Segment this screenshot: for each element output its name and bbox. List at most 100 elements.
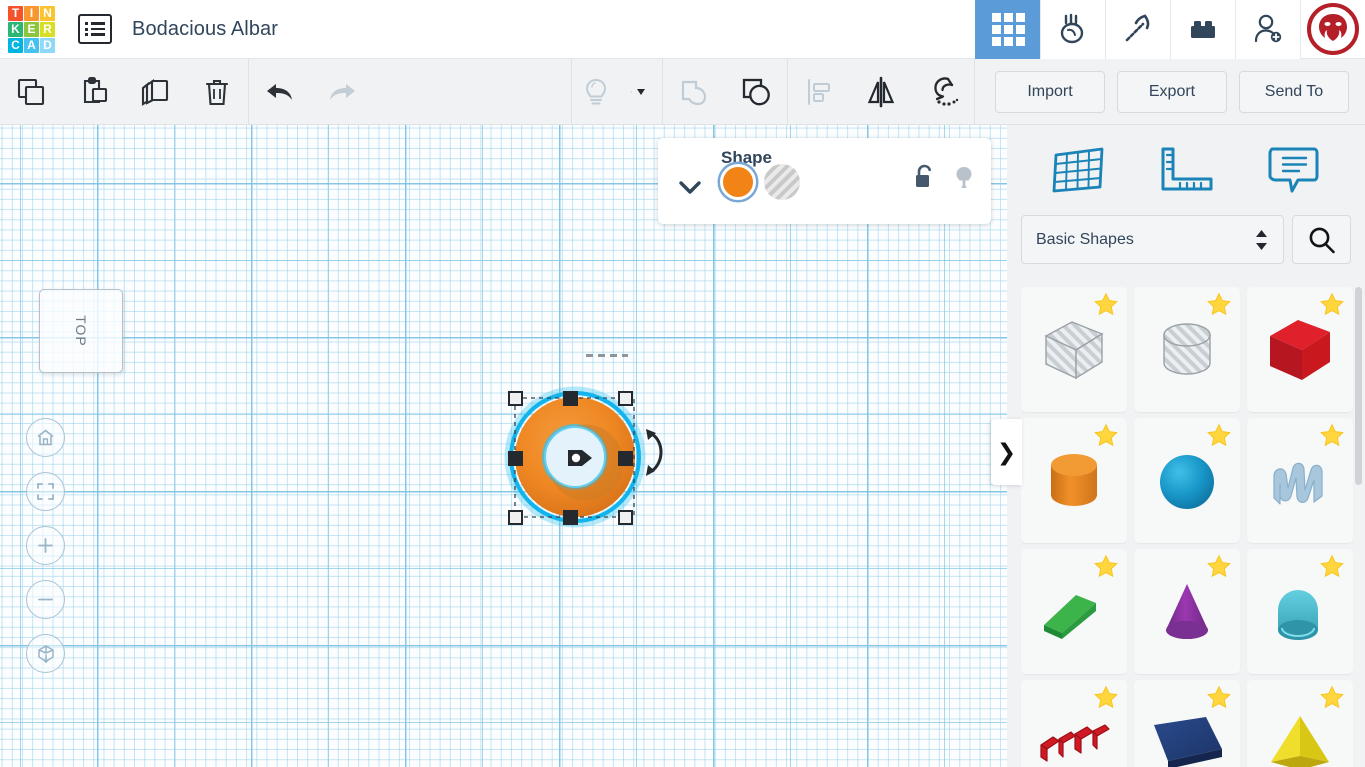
logo-tile-n: N <box>40 5 55 21</box>
resize-handle-n[interactable] <box>563 391 578 406</box>
light-tool-group <box>572 59 662 125</box>
send-to-button[interactable]: Send To <box>1239 70 1349 113</box>
arrange-tool-group <box>788 59 974 125</box>
note-icon[interactable] <box>1257 139 1329 201</box>
ruler-icon[interactable] <box>1150 139 1222 201</box>
shape-library-grid[interactable] <box>1021 287 1353 767</box>
selected-shape-torus[interactable] <box>500 380 680 528</box>
pickaxe-icon[interactable] <box>1105 0 1170 59</box>
shape-cell-cylinder-hole[interactable] <box>1134 287 1240 412</box>
workplane-icon[interactable] <box>1043 139 1115 201</box>
shape-cell-cone[interactable] <box>1134 549 1240 674</box>
shape-cell-wedge[interactable] <box>1021 549 1127 674</box>
shape-cell-box[interactable] <box>1247 287 1353 412</box>
hole-swatch[interactable] <box>764 164 800 200</box>
logo-tile-c: C <box>8 37 23 53</box>
favorite-star-icon[interactable] <box>1206 292 1232 318</box>
mirror-icon[interactable] <box>850 59 912 125</box>
duplicate-icon[interactable] <box>124 59 186 125</box>
light-bulb-icon[interactable] <box>953 164 975 192</box>
ungroup-icon[interactable] <box>725 59 787 125</box>
delete-icon[interactable] <box>186 59 248 125</box>
redo-icon[interactable] <box>311 59 373 125</box>
shape-cell-scribble[interactable] <box>1247 418 1353 543</box>
main-toolbar: Import Export Send To <box>0 58 1365 125</box>
zoom-out-icon[interactable] <box>26 580 65 619</box>
shape-panel-title: Shape <box>721 148 773 167</box>
logo-tile-k: K <box>8 21 23 37</box>
fit-view-icon[interactable] <box>26 472 65 511</box>
shape-cell-sphere[interactable] <box>1134 418 1240 543</box>
light-bulb-icon[interactable] <box>572 59 620 125</box>
dropdown-caret-icon[interactable] <box>620 59 662 125</box>
shape-cell-pyramid[interactable] <box>1247 680 1353 767</box>
favorite-star-icon[interactable] <box>1319 685 1345 711</box>
shape-cell-box-hole[interactable] <box>1021 287 1127 412</box>
favorite-star-icon[interactable] <box>1093 685 1119 711</box>
add-user-icon[interactable] <box>1235 0 1300 59</box>
resize-handle-ne[interactable] <box>618 391 633 406</box>
edit-tool-group <box>0 59 248 125</box>
solid-color-swatch[interactable] <box>720 164 756 200</box>
copy-icon[interactable] <box>0 59 62 125</box>
paste-icon[interactable] <box>62 59 124 125</box>
height-handle[interactable] <box>562 444 602 472</box>
favorite-star-icon[interactable] <box>1319 423 1345 449</box>
logo-tile-i: I <box>24 5 39 21</box>
favorite-star-icon[interactable] <box>1319 292 1345 318</box>
toolbar-divider <box>974 58 975 125</box>
tinkercad-logo[interactable]: TIN KER CAD <box>8 5 55 53</box>
undo-icon[interactable] <box>249 59 311 125</box>
shape-properties-panel[interactable]: Shape <box>658 138 991 224</box>
favorite-star-icon[interactable] <box>1206 554 1232 580</box>
search-icon[interactable] <box>1292 215 1351 264</box>
favorite-star-icon[interactable] <box>1093 292 1119 318</box>
view-cube[interactable]: TOP <box>39 289 123 373</box>
ortho-perspective-icon[interactable] <box>26 634 65 673</box>
logo-tile-r: R <box>40 21 55 37</box>
stepper-icon <box>1256 229 1267 250</box>
resize-handle-s[interactable] <box>563 510 578 525</box>
favorite-star-icon[interactable] <box>1206 685 1232 711</box>
logo-tile-e: E <box>24 21 39 37</box>
page-title[interactable]: Bodacious Albar <box>132 18 278 41</box>
align-icon[interactable] <box>788 59 850 125</box>
logo-tile-d: D <box>40 37 55 53</box>
panel-scrollbar[interactable] <box>1355 287 1362 485</box>
export-button[interactable]: Export <box>1117 70 1227 113</box>
rotate-handle[interactable] <box>642 424 676 482</box>
shape-category-select[interactable]: Basic Shapes <box>1021 215 1284 264</box>
favorite-star-icon[interactable] <box>1093 554 1119 580</box>
list-icon[interactable] <box>78 14 112 44</box>
shape-panel-tools <box>913 164 975 192</box>
magnet-icon[interactable] <box>912 59 974 125</box>
home-view-icon[interactable] <box>26 418 65 457</box>
brick-icon[interactable] <box>1170 0 1235 59</box>
favorite-star-icon[interactable] <box>1093 423 1119 449</box>
unlock-icon[interactable] <box>913 164 935 192</box>
resize-handle-nw[interactable] <box>508 391 523 406</box>
grid-view-icon[interactable] <box>975 0 1040 59</box>
resize-handle-e[interactable] <box>618 451 633 466</box>
group-icon[interactable] <box>663 59 725 125</box>
zoom-in-icon[interactable] <box>26 526 65 565</box>
import-button[interactable]: Import <box>995 70 1105 113</box>
view-cube-label: TOP <box>73 315 89 347</box>
shape-cell-cylinder[interactable] <box>1021 418 1127 543</box>
shape-cell-paraboloid[interactable] <box>1134 680 1240 767</box>
avatar[interactable] <box>1300 0 1365 59</box>
chevron-down-icon[interactable] <box>675 176 705 198</box>
favorite-star-icon[interactable] <box>1206 423 1232 449</box>
codeblocks-icon[interactable] <box>1040 0 1105 59</box>
collapse-panel-button[interactable]: ❯ <box>991 419 1022 485</box>
resize-handle-sw[interactable] <box>508 510 523 525</box>
resize-handle-w[interactable] <box>508 451 523 466</box>
dimension-tick <box>586 354 628 357</box>
shape-category-value: Basic Shapes <box>1036 230 1134 248</box>
resize-handle-se[interactable] <box>618 510 633 525</box>
history-tool-group <box>249 59 373 125</box>
top-bar: TIN KER CAD Bodacious Albar <box>0 0 1365 59</box>
shape-cell-round-roof[interactable] <box>1247 549 1353 674</box>
shape-cell-text[interactable] <box>1021 680 1127 767</box>
favorite-star-icon[interactable] <box>1319 554 1345 580</box>
